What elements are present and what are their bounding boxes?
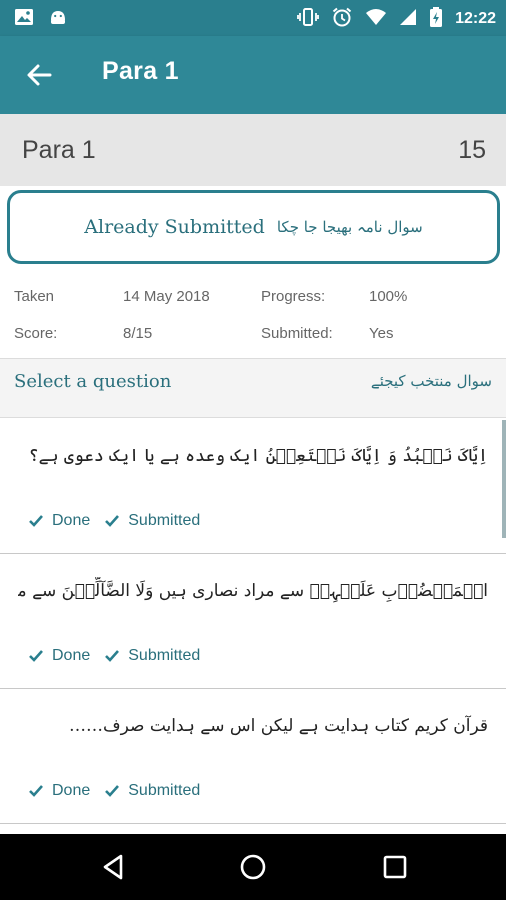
nav-recents-button[interactable] [380, 852, 410, 882]
select-question-en: Select a question [14, 371, 172, 392]
submitted-status: Submitted [104, 647, 200, 665]
done-status: Done [28, 647, 90, 665]
done-label: Done [52, 782, 91, 799]
app-bar: Para 1 [0, 36, 506, 114]
taken-value: 14 May 2018 [123, 288, 210, 305]
score-label: Score: [14, 325, 58, 342]
check-icon [105, 515, 120, 527]
alarm-icon [331, 6, 353, 32]
nav-home-icon [240, 854, 266, 880]
vibrate-icon [297, 6, 319, 32]
battery-icon [429, 6, 443, 32]
image-icon [14, 7, 34, 31]
submitted-status-label: Submitted [128, 512, 201, 529]
clock-time: 12:22 [455, 10, 496, 27]
score-value: 8/15 [123, 325, 153, 342]
submitted-text-ur: سوال نامہ بھیجا جا چکا [276, 218, 423, 236]
question-status: Done Submitted [28, 512, 214, 530]
para-name: Para 1 [22, 136, 96, 164]
done-label: Done [52, 512, 91, 529]
arrow-left-icon [27, 64, 52, 86]
check-icon [29, 515, 43, 527]
select-question-header: Select a question سوال منتخب کیجئے [0, 359, 506, 417]
check-icon [29, 785, 43, 797]
question-status: Done Submitted [28, 647, 214, 665]
question-text: الۡمَغۡضُوۡبِ عَلَیۡہِمۡ سے مراد نصاری ہ… [18, 581, 488, 601]
done-label: Done [52, 647, 91, 664]
submitted-status: Submitted [104, 782, 200, 800]
question-list[interactable]: اِیَّاکَ نَعۡبُدُ وَ اِیَّاکَ نَسۡتَعِیۡ… [0, 418, 506, 834]
back-button[interactable] [24, 60, 54, 90]
check-icon [105, 785, 120, 797]
android-icon [48, 7, 68, 31]
wifi-icon [365, 7, 387, 31]
question-item[interactable]: اِیَّاکَ نَعۡبُدُ وَ اِیَّاکَ نَسۡتَعِیۡ… [0, 420, 506, 554]
taken-label: Taken [14, 288, 55, 305]
progress-label: Progress: [261, 288, 326, 305]
signal-icon [399, 7, 417, 31]
submitted-status-label: Submitted [128, 647, 201, 664]
already-submitted-banner: Already Submitted سوال نامہ بھیجا جا چکا [7, 190, 500, 264]
scrollbar[interactable] [502, 420, 506, 538]
quiz-info: Taken 14 May 2018 Progress: 100% Score: … [0, 280, 506, 358]
question-item[interactable]: الۡمَغۡضُوۡبِ عَلَیۡہِمۡ سے مراد نصاری ہ… [0, 555, 506, 689]
done-status: Done [28, 512, 90, 530]
status-bar: 12:22 [0, 0, 506, 36]
question-text: اِیَّاکَ نَعۡبُدُ وَ اِیَّاکَ نَسۡتَعِیۡ… [28, 446, 488, 466]
nav-back-icon [103, 854, 123, 880]
submitted-value: Yes [369, 325, 394, 342]
check-icon [29, 650, 43, 662]
question-count: 15 [458, 136, 486, 164]
question-status: Done Submitted [28, 782, 214, 800]
system-nav-bar [0, 834, 506, 900]
done-status: Done [28, 782, 90, 800]
para-header: Para 1 15 [0, 114, 506, 186]
submitted-text-en: Already Submitted [84, 216, 265, 238]
nav-back-button[interactable] [99, 852, 129, 882]
submitted-label: Submitted: [261, 325, 333, 342]
submitted-status: Submitted [104, 512, 200, 530]
page-title: Para 1 [102, 57, 179, 85]
select-question-ur: سوال منتخب کیجئے [370, 372, 492, 390]
question-item[interactable]: قرآن کریم کتاب ہدایت ہے لیکن اس سے ہدایت… [0, 690, 506, 824]
progress-value: 100% [369, 288, 408, 305]
check-icon [105, 650, 120, 662]
nav-home-button[interactable] [238, 852, 268, 882]
question-text: قرآن کریم کتاب ہدایت ہے لیکن اس سے ہدایت… [68, 716, 488, 736]
submitted-status-label: Submitted [128, 782, 201, 799]
nav-recents-icon [383, 855, 407, 879]
